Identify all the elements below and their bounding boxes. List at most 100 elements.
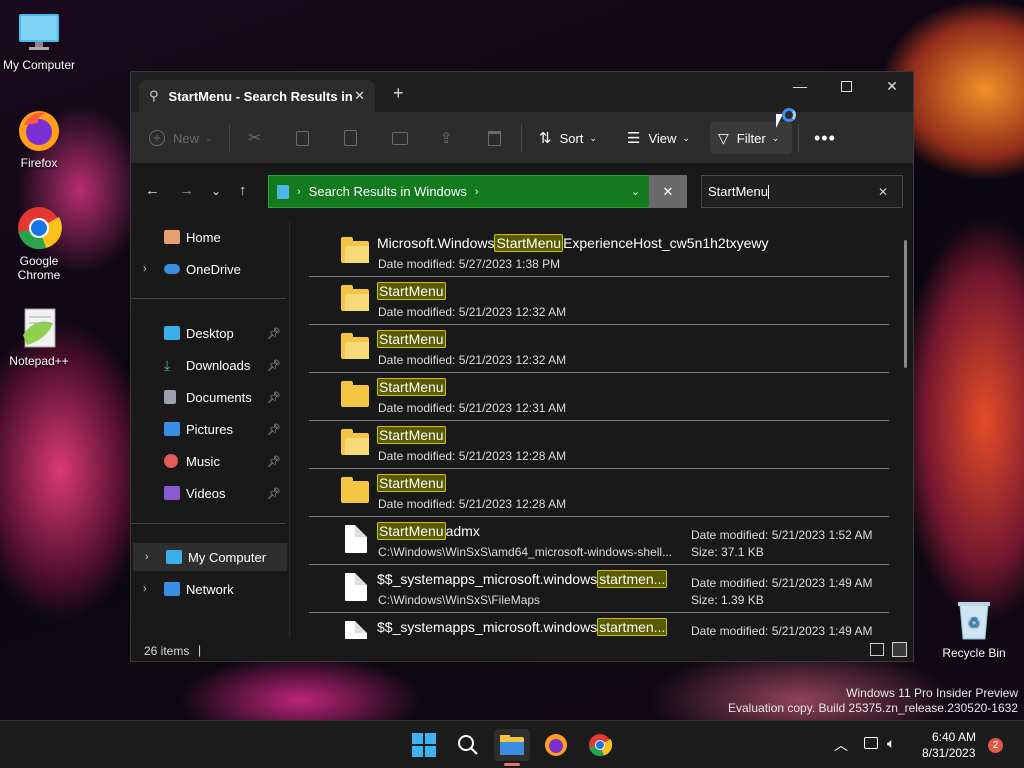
date-value: 5/27/2023 1:38 PM xyxy=(458,257,561,271)
address-dropdown-icon[interactable]: ⌄ xyxy=(631,185,640,198)
clock-time[interactable]: 6:40 AM xyxy=(932,730,976,744)
more-options-button[interactable]: ••• xyxy=(814,122,836,154)
breadcrumb-chevron-icon: › xyxy=(474,185,479,198)
result-row[interactable]: StartMenu admx C:\Windows\WinSxS\amd64_mic… xyxy=(309,517,889,565)
clear-search-icon[interactable]: ✕ xyxy=(878,185,888,199)
sidebar-item-pictures[interactable]: Pictures 📌︎ xyxy=(131,415,289,443)
result-row[interactable]: StartMenu Date modified: 5/21/2023 12:32 … xyxy=(309,325,889,373)
result-row[interactable]: $$_systemapps_microsoft.windows startmen.… xyxy=(309,565,889,613)
search-highlight: StartMenu xyxy=(377,474,446,492)
tiles-view-button[interactable] xyxy=(892,642,907,657)
result-row[interactable]: $$_systemapps_microsoft.windows startmen.… xyxy=(309,613,889,639)
new-tab-button[interactable]: + xyxy=(393,84,404,102)
taskbar-file-explorer[interactable] xyxy=(494,729,530,761)
forward-button[interactable]: → xyxy=(179,182,194,199)
desktop-icon-firefox[interactable]: Firefox xyxy=(1,106,77,170)
clear-search-results-button[interactable]: ✕ xyxy=(649,175,687,208)
desktop-icon-my-computer[interactable]: My Computer xyxy=(1,8,77,72)
address-bar[interactable]: › Search Results in Windows › ⌄ xyxy=(268,175,687,208)
date-label: Date modified: xyxy=(378,449,456,463)
desktop-icon-notepadpp[interactable]: Notepad++ xyxy=(1,304,77,368)
date-value: 5/21/2023 12:31 AM xyxy=(458,401,567,415)
desktop-icon-label: Firefox xyxy=(20,156,58,170)
rename-button[interactable] xyxy=(392,122,408,154)
tab-search-results[interactable]: ⚲ StartMenu - Search Results in ✕ xyxy=(139,80,375,112)
network-status-icon[interactable] xyxy=(864,737,878,749)
sidebar-item-videos[interactable]: Videos 📌︎ xyxy=(131,479,289,507)
pin-icon: 📌︎ xyxy=(267,487,281,500)
copy-button[interactable] xyxy=(296,122,309,154)
tab-title: StartMenu - Search Results in xyxy=(168,88,353,104)
expand-chevron-icon[interactable]: › xyxy=(143,583,147,595)
vertical-scrollbar[interactable] xyxy=(904,240,907,368)
home-icon xyxy=(164,230,180,244)
name-suffix: admx xyxy=(445,523,480,539)
notification-badge[interactable]: 2 xyxy=(988,738,1003,753)
name-prefix: Microsoft.Windows xyxy=(377,235,495,251)
sidebar-item-downloads[interactable]: ⤓ Downloads 📌︎ xyxy=(131,351,289,379)
cut-button[interactable]: ✂ xyxy=(248,122,261,154)
date-value: 5/21/2023 1:49 AM xyxy=(771,624,873,638)
sidebar-item-my-computer[interactable]: › My Computer xyxy=(133,543,287,571)
sidebar-item-desktop[interactable]: Desktop 📌︎ xyxy=(131,319,289,347)
file-icon xyxy=(345,525,367,553)
pane-splitter[interactable] xyxy=(289,222,290,638)
sidebar-item-onedrive[interactable]: › OneDrive xyxy=(131,255,289,283)
search-input[interactable]: StartMenu ✕ xyxy=(701,175,903,208)
result-name: $$_systemapps_microsoft.windows startmen.… xyxy=(377,618,668,636)
expand-chevron-icon[interactable]: › xyxy=(145,551,149,563)
pin-icon: 📌︎ xyxy=(267,359,281,372)
divider xyxy=(229,124,230,152)
delete-button[interactable] xyxy=(488,122,501,154)
new-button[interactable]: + New ⌄ xyxy=(149,122,213,154)
start-button[interactable] xyxy=(406,729,442,761)
expand-chevron-icon[interactable]: › xyxy=(143,263,147,275)
close-window-button[interactable]: ✕ xyxy=(869,72,913,100)
date-modified: Date modified: 5/21/2023 1:52 AM xyxy=(691,528,872,542)
desktop-icon-chrome[interactable]: Google Chrome xyxy=(1,204,77,282)
date-value: 5/21/2023 12:32 AM xyxy=(458,305,567,319)
maximize-button[interactable] xyxy=(823,72,869,100)
copy-icon xyxy=(296,130,309,146)
details-view-button[interactable] xyxy=(870,643,884,656)
taskbar-chrome[interactable] xyxy=(582,729,618,761)
sidebar-item-documents[interactable]: Documents 📌︎ xyxy=(131,383,289,411)
sidebar-item-home[interactable]: Home xyxy=(131,223,289,251)
desktop-icon-recycle-bin[interactable]: ♻ Recycle Bin xyxy=(936,596,1012,660)
breadcrumb-search-results[interactable]: Search Results in Windows xyxy=(309,184,467,199)
size-label: Size: xyxy=(691,545,718,559)
volume-icon[interactable]: 🔈︎ xyxy=(887,735,895,752)
minimize-button[interactable]: — xyxy=(777,72,823,100)
taskbar: ︿ 🔈︎ 6:40 AM 8/31/2023 2 xyxy=(0,720,1024,768)
up-button[interactable]: ↑ xyxy=(239,182,247,199)
sidebar-item-music[interactable]: Music 📌︎ xyxy=(131,447,289,475)
date-label: Date modified: xyxy=(378,305,456,319)
result-row[interactable]: StartMenu Date modified: 5/21/2023 12:31 … xyxy=(309,373,889,421)
date-label: Date modified: xyxy=(378,401,456,415)
taskbar-firefox[interactable] xyxy=(538,729,574,761)
view-button[interactable]: ☰ View ⌄ xyxy=(627,122,690,154)
result-row[interactable]: StartMenu Date modified: 5/21/2023 12:28 … xyxy=(309,469,889,517)
sidebar-item-label: Videos xyxy=(186,485,226,501)
result-row[interactable]: StartMenu Date modified: 5/21/2023 12:28 … xyxy=(309,421,889,469)
pin-icon: 📌︎ xyxy=(267,391,281,404)
clock-date[interactable]: 8/31/2023 xyxy=(922,746,975,760)
share-button[interactable]: ⇪ xyxy=(440,122,453,154)
result-row[interactable]: StartMenu Date modified: 5/21/2023 12:32 … xyxy=(309,277,889,325)
paste-button[interactable] xyxy=(344,122,357,154)
desktop-icon-label: Google Chrome xyxy=(17,254,61,282)
show-hidden-icons-chevron[interactable]: ︿ xyxy=(834,735,848,755)
close-tab-icon[interactable]: ✕ xyxy=(354,88,365,104)
result-row[interactable]: Microsoft.Windows StartMenu ExperienceHost… xyxy=(309,229,889,277)
sidebar-item-network[interactable]: › Network xyxy=(131,575,289,603)
search-button[interactable] xyxy=(450,729,486,761)
trash-icon xyxy=(488,130,501,146)
view-label: View xyxy=(648,130,677,146)
rename-icon xyxy=(392,131,408,145)
back-button[interactable]: ← xyxy=(145,182,160,199)
date-label: Date modified: xyxy=(691,624,769,638)
recent-locations-button[interactable]: ⌄ xyxy=(211,184,221,198)
sidebar-item-label: Home xyxy=(186,229,221,245)
sort-button[interactable]: ⇅ Sort ⌄ xyxy=(539,122,597,154)
scissors-icon: ✂ xyxy=(248,130,262,147)
